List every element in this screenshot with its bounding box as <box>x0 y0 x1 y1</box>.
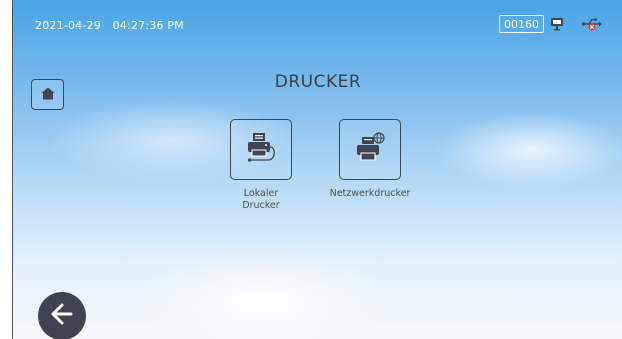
local-printer-label: Lokaler Drucker <box>242 188 280 211</box>
time-text: 04:27:36 PM <box>112 19 184 32</box>
local-printer-icon <box>244 132 278 168</box>
datetime: 2021-04-29 04:27:36 PM <box>35 19 184 32</box>
printer-screen: 2021-04-29 04:27:36 PM 00160 DRUCKER Lok… <box>12 0 622 339</box>
status-bar: 2021-04-29 04:27:36 PM 00160 <box>13 0 622 50</box>
network-printer-button[interactable] <box>339 119 401 180</box>
counter-box: 00160 <box>499 15 544 33</box>
tile-network-printer[interactable]: Netzwerkdrucker <box>315 119 425 200</box>
network-printer-icon <box>353 131 387 168</box>
usb-disconnected-icon[interactable] <box>581 16 603 36</box>
date-text: 2021-04-29 <box>35 19 101 32</box>
page-title: DRUCKER <box>274 72 362 92</box>
arrow-left-icon <box>48 300 76 332</box>
local-printer-button[interactable] <box>230 119 292 180</box>
network-printer-label: Netzwerkdrucker <box>329 188 411 199</box>
tile-local-printer[interactable]: Lokaler Drucker <box>226 119 296 212</box>
back-button[interactable] <box>38 292 86 339</box>
screen-share-icon[interactable] <box>549 16 565 36</box>
